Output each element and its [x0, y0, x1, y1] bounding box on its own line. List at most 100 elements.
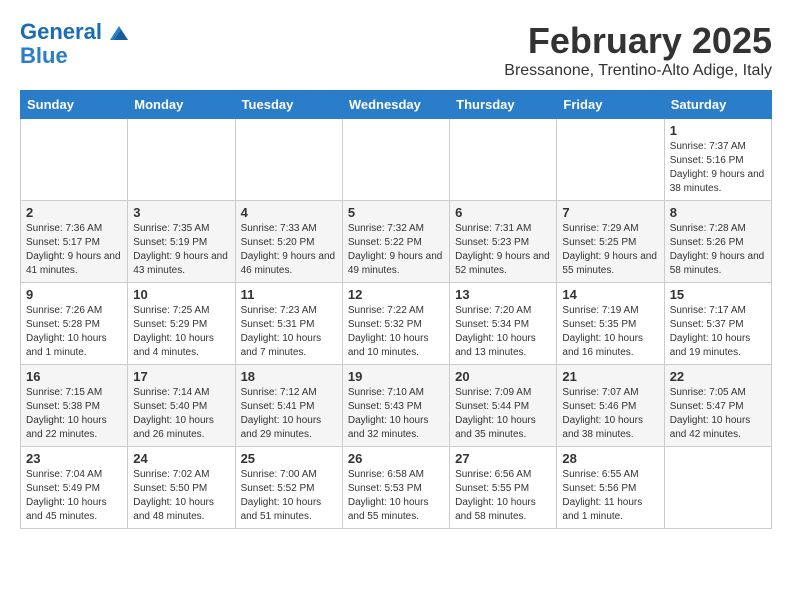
day-number: 9 [26, 287, 122, 302]
day-number: 17 [133, 369, 229, 384]
day-cell: 19 Sunrise: 7:10 AM Sunset: 5:43 PM Dayli… [342, 365, 449, 447]
day-number: 24 [133, 451, 229, 466]
weekday-header-tuesday: Tuesday [235, 91, 342, 119]
logo: General Blue [20, 20, 128, 68]
week-row-4: 16 Sunrise: 7:15 AM Sunset: 5:38 PM Dayli… [21, 365, 772, 447]
week-row-5: 23Sunrise: 7:04 AM Sunset: 5:49 PM Dayli… [21, 447, 772, 529]
logo-icon [110, 26, 128, 40]
day-cell: 4 Sunrise: 7:33 AM Sunset: 5:20 PM Daylig… [235, 201, 342, 283]
day-cell: 8Sunrise: 7:28 AM Sunset: 5:26 PM Daylig… [664, 201, 771, 283]
day-info: Sunrise: 7:15 AM Sunset: 5:38 PM Dayligh… [26, 386, 122, 442]
day-number: 14 [562, 287, 658, 302]
day-info: Sunrise: 7:05 AM Sunset: 5:47 PM Dayligh… [670, 386, 766, 442]
day-cell: 11 Sunrise: 7:23 AM Sunset: 5:31 PM Dayli… [235, 283, 342, 365]
day-cell: 28Sunrise: 6:55 AM Sunset: 5:56 PM Dayli… [557, 447, 664, 529]
day-number: 5 [348, 205, 444, 220]
day-cell: 13 Sunrise: 7:20 AM Sunset: 5:34 PM Dayli… [450, 283, 557, 365]
day-cell [21, 119, 128, 201]
day-info: Sunrise: 7:32 AM Sunset: 5:22 PM Dayligh… [348, 222, 444, 278]
day-number: 25 [241, 451, 337, 466]
day-info: Sunrise: 7:35 AM Sunset: 5:19 PM Dayligh… [133, 222, 229, 278]
day-cell: 15 Sunrise: 7:17 AM Sunset: 5:37 PM Dayli… [664, 283, 771, 365]
week-row-2: 2Sunrise: 7:36 AM Sunset: 5:17 PM Daylig… [21, 201, 772, 283]
day-info: Sunrise: 7:22 AM Sunset: 5:32 PM Dayligh… [348, 304, 444, 360]
day-cell: 7 Sunrise: 7:29 AM Sunset: 5:25 PM Daylig… [557, 201, 664, 283]
location: Bressanone, Trentino-Alto Adige, Italy [504, 62, 772, 80]
day-info: Sunrise: 7:26 AM Sunset: 5:28 PM Dayligh… [26, 304, 122, 360]
page-header: General Blue February 2025 Bressanone, T… [20, 20, 772, 80]
day-info: Sunrise: 7:12 AM Sunset: 5:41 PM Dayligh… [241, 386, 337, 442]
day-cell: 21 Sunrise: 7:07 AM Sunset: 5:46 PM Dayli… [557, 365, 664, 447]
weekday-header-sunday: Sunday [21, 91, 128, 119]
day-cell: 5 Sunrise: 7:32 AM Sunset: 5:22 PM Daylig… [342, 201, 449, 283]
day-info: Sunrise: 7:36 AM Sunset: 5:17 PM Dayligh… [26, 222, 122, 278]
day-cell: 3 Sunrise: 7:35 AM Sunset: 5:19 PM Daylig… [128, 201, 235, 283]
day-cell: 2Sunrise: 7:36 AM Sunset: 5:17 PM Daylig… [21, 201, 128, 283]
logo-text: General [20, 20, 128, 44]
day-cell: 10Sunrise: 7:25 AM Sunset: 5:29 PM Dayli… [128, 283, 235, 365]
day-number: 20 [455, 369, 551, 384]
day-cell: 1 Sunrise: 7:37 AM Sunset: 5:16 PM Daylig… [664, 119, 771, 201]
day-info: Sunrise: 7:07 AM Sunset: 5:46 PM Dayligh… [562, 386, 658, 442]
day-cell: 22 Sunrise: 7:05 AM Sunset: 5:47 PM Dayli… [664, 365, 771, 447]
day-number: 13 [455, 287, 551, 302]
day-info: Sunrise: 7:19 AM Sunset: 5:35 PM Dayligh… [562, 304, 658, 360]
day-info: Sunrise: 7:31 AM Sunset: 5:23 PM Dayligh… [455, 222, 551, 278]
day-number: 7 [562, 205, 658, 220]
day-info: Sunrise: 7:02 AM Sunset: 5:50 PM Dayligh… [133, 468, 229, 524]
day-number: 3 [133, 205, 229, 220]
day-cell [450, 119, 557, 201]
calendar-table: SundayMondayTuesdayWednesdayThursdayFrid… [20, 90, 772, 529]
weekday-header-saturday: Saturday [664, 91, 771, 119]
weekday-header-thursday: Thursday [450, 91, 557, 119]
day-number: 6 [455, 205, 551, 220]
day-info: Sunrise: 7:00 AM Sunset: 5:52 PM Dayligh… [241, 468, 337, 524]
day-info: Sunrise: 7:09 AM Sunset: 5:44 PM Dayligh… [455, 386, 551, 442]
day-info: Sunrise: 7:10 AM Sunset: 5:43 PM Dayligh… [348, 386, 444, 442]
day-info: Sunrise: 7:17 AM Sunset: 5:37 PM Dayligh… [670, 304, 766, 360]
day-cell [664, 447, 771, 529]
day-cell [342, 119, 449, 201]
day-number: 10 [133, 287, 229, 302]
day-number: 15 [670, 287, 766, 302]
day-cell [235, 119, 342, 201]
day-info: Sunrise: 7:23 AM Sunset: 5:31 PM Dayligh… [241, 304, 337, 360]
day-cell: 20 Sunrise: 7:09 AM Sunset: 5:44 PM Dayli… [450, 365, 557, 447]
day-cell: 25 Sunrise: 7:00 AM Sunset: 5:52 PM Dayli… [235, 447, 342, 529]
day-info: Sunrise: 7:20 AM Sunset: 5:34 PM Dayligh… [455, 304, 551, 360]
weekday-header-row: SundayMondayTuesdayWednesdayThursdayFrid… [21, 91, 772, 119]
day-cell: 24 Sunrise: 7:02 AM Sunset: 5:50 PM Dayli… [128, 447, 235, 529]
week-row-3: 9 Sunrise: 7:26 AM Sunset: 5:28 PM Daylig… [21, 283, 772, 365]
day-number: 11 [241, 287, 337, 302]
day-cell: 12 Sunrise: 7:22 AM Sunset: 5:32 PM Dayli… [342, 283, 449, 365]
day-cell: 17Sunrise: 7:14 AM Sunset: 5:40 PM Dayli… [128, 365, 235, 447]
day-number: 4 [241, 205, 337, 220]
day-number: 18 [241, 369, 337, 384]
day-number: 21 [562, 369, 658, 384]
day-cell: 23Sunrise: 7:04 AM Sunset: 5:49 PM Dayli… [21, 447, 128, 529]
day-number: 12 [348, 287, 444, 302]
day-info: Sunrise: 7:37 AM Sunset: 5:16 PM Dayligh… [670, 140, 766, 196]
day-cell: 9 Sunrise: 7:26 AM Sunset: 5:28 PM Daylig… [21, 283, 128, 365]
day-number: 27 [455, 451, 551, 466]
month-title: February 2025 [504, 20, 772, 62]
day-number: 22 [670, 369, 766, 384]
day-number: 16 [26, 369, 122, 384]
day-cell: 14 Sunrise: 7:19 AM Sunset: 5:35 PM Dayli… [557, 283, 664, 365]
day-number: 1 [670, 123, 766, 138]
weekday-header-wednesday: Wednesday [342, 91, 449, 119]
day-cell: 6 Sunrise: 7:31 AM Sunset: 5:23 PM Daylig… [450, 201, 557, 283]
day-cell [557, 119, 664, 201]
weekday-header-monday: Monday [128, 91, 235, 119]
day-cell [128, 119, 235, 201]
day-number: 28 [562, 451, 658, 466]
day-info: Sunrise: 7:29 AM Sunset: 5:25 PM Dayligh… [562, 222, 658, 278]
day-info: Sunrise: 7:33 AM Sunset: 5:20 PM Dayligh… [241, 222, 337, 278]
day-number: 8 [670, 205, 766, 220]
weekday-header-friday: Friday [557, 91, 664, 119]
day-cell: 16 Sunrise: 7:15 AM Sunset: 5:38 PM Dayli… [21, 365, 128, 447]
day-number: 23 [26, 451, 122, 466]
day-cell: 26Sunrise: 6:58 AM Sunset: 5:53 PM Dayli… [342, 447, 449, 529]
day-info: Sunrise: 6:58 AM Sunset: 5:53 PM Dayligh… [348, 468, 444, 524]
day-number: 19 [348, 369, 444, 384]
